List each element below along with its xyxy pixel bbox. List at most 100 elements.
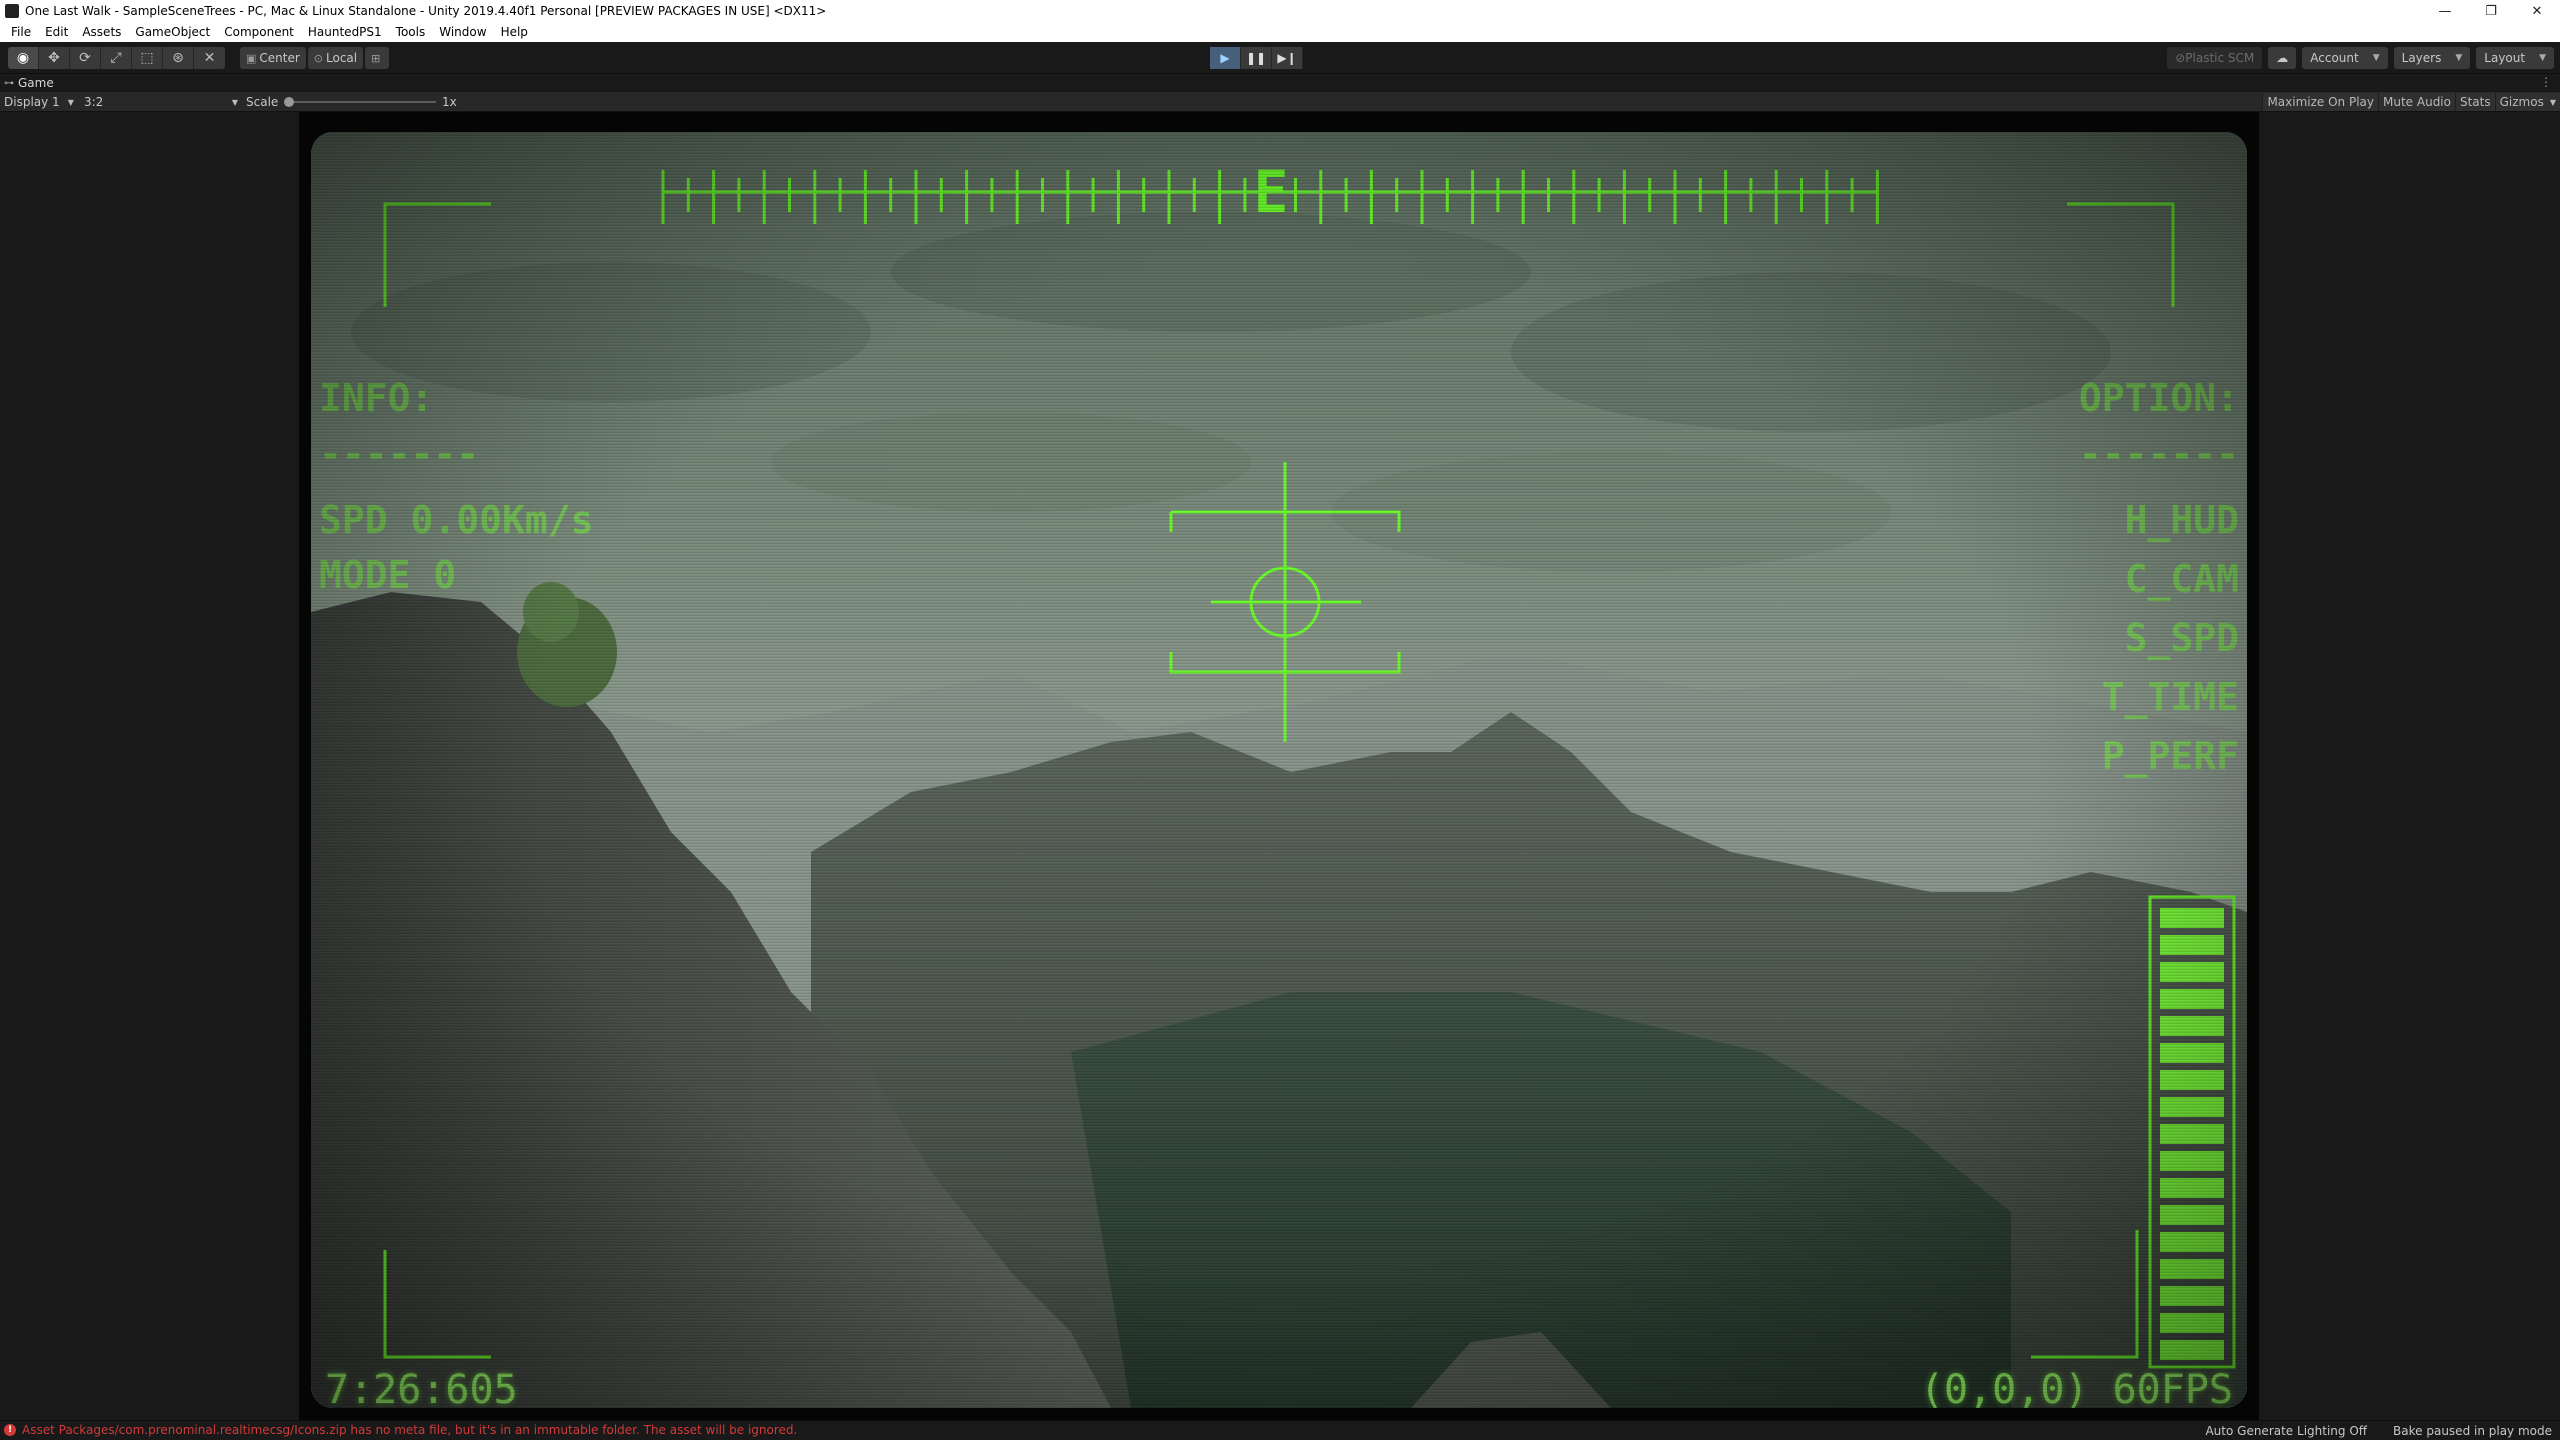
pivot-rotation-button[interactable]: ⊙ Local: [307, 47, 364, 69]
toolbar-right: ⊘ Plastic SCM ☁ Account ▼ Layers ▼ Layout ▼: [2167, 47, 2554, 69]
console-error-message[interactable]: ! Asset Packages/com.prenominal.realtime…: [4, 1423, 797, 1437]
chevron-down-icon: ▼: [2539, 53, 2546, 63]
plastic-icon: ⊘: [2175, 51, 2186, 65]
mute-audio-toggle[interactable]: Mute Audio: [2378, 93, 2455, 111]
cloud-icon: ☁: [2276, 51, 2289, 65]
plastic-scm-button[interactable]: ⊘ Plastic SCM: [2167, 47, 2263, 69]
transform-tool-button[interactable]: ⊛: [163, 47, 194, 69]
auto-lighting-status[interactable]: Auto Generate Lighting Off: [2205, 1424, 2367, 1438]
aspect-dropdown[interactable]: 3:2 ▼: [84, 94, 238, 110]
menu-window[interactable]: Window: [432, 25, 493, 39]
info-label: INFO:: [319, 376, 434, 420]
scale-slider-track[interactable]: [288, 101, 436, 103]
game-tab-bar: ⊶ Game ⋮: [0, 74, 2560, 92]
move-icon: ✥: [48, 50, 60, 66]
pivot-center-button[interactable]: ▣ Center: [240, 47, 306, 69]
energy-segment: [2160, 1340, 2224, 1360]
menu-component[interactable]: Component: [217, 25, 301, 39]
unity-logo-icon: [5, 4, 19, 18]
hud-option-panel: OPTION: -------: [2079, 376, 2239, 488]
step-button[interactable]: ▶❙: [1272, 47, 1303, 69]
scale-slider-handle[interactable]: [284, 97, 294, 107]
display-dropdown[interactable]: Display 1 ▼: [4, 94, 74, 110]
grid-icon: ⊞: [371, 51, 381, 65]
game-render[interactable]: E INFO: ------- SPD 0.00Km/s MODE 0 OPTI…: [311, 132, 2247, 1408]
rect-tool-button[interactable]: ⬚: [132, 47, 163, 69]
step-icon: ▶❙: [1277, 51, 1297, 65]
energy-segment: [2160, 962, 2224, 982]
option-perf: P_PERF: [2101, 734, 2239, 778]
gamepad-icon: ⊶: [4, 77, 14, 89]
grid-snap-button[interactable]: ⊞: [365, 47, 390, 69]
chevron-down-icon: ▼: [2549, 97, 2556, 107]
local-icon: ⊙: [313, 51, 324, 65]
energy-segment: [2160, 1070, 2224, 1090]
menu-edit[interactable]: Edit: [38, 25, 75, 39]
main-toolbar: ◉ ✥ ⟳ ⤢ ⬚ ⊛ ✕ ▣ Center ⊙ Local ⊞ ▶ ❚❚ ▶❙ ⊘…: [0, 42, 2560, 74]
menu-gameobject[interactable]: GameObject: [128, 25, 217, 39]
energy-segment: [2160, 1313, 2224, 1333]
stats-toggle[interactable]: Stats: [2454, 93, 2495, 111]
window-title: One Last Walk - SampleSceneTrees - PC, M…: [25, 4, 827, 18]
layers-dropdown[interactable]: Layers ▼: [2393, 47, 2471, 69]
option-time: T_TIME: [2101, 675, 2239, 719]
energy-segment: [2160, 1259, 2224, 1279]
menu-tools[interactable]: Tools: [389, 25, 433, 39]
maximize-on-play-toggle[interactable]: Maximize On Play: [2262, 93, 2379, 111]
chevron-down-icon: ▼: [67, 97, 74, 107]
menu-assets[interactable]: Assets: [75, 25, 128, 39]
play-icon: ▶: [1220, 51, 1230, 65]
pause-button[interactable]: ❚❚: [1241, 47, 1272, 69]
time-readout: 7:26:605: [325, 1367, 518, 1408]
rotate-tool-button[interactable]: ⟳: [70, 47, 101, 69]
account-dropdown[interactable]: Account ▼: [2302, 47, 2388, 69]
menu-help[interactable]: Help: [494, 25, 535, 39]
gizmos-dropdown[interactable]: Gizmos ▼: [2494, 93, 2560, 111]
cloud-button[interactable]: ☁: [2268, 47, 2297, 69]
rect-icon: ⬚: [140, 50, 154, 66]
status-right: Auto Generate Lighting Off Bake paused i…: [2205, 1424, 2552, 1438]
option-rule: -------: [2078, 432, 2239, 476]
view-tool-button[interactable]: ◉: [8, 47, 39, 69]
move-tool-button[interactable]: ✥: [39, 47, 70, 69]
energy-segment: [2160, 1178, 2224, 1198]
tab-game[interactable]: ⊶ Game: [4, 74, 54, 92]
hud-stats: SPD 0.00Km/s MODE 0: [319, 498, 594, 608]
option-hide-hud: H_HUD: [2124, 498, 2239, 542]
chevron-down-icon: ▼: [231, 97, 238, 107]
scale-value: 1x: [442, 95, 457, 109]
energy-segment: [2160, 1097, 2224, 1117]
menu-hauntedps1[interactable]: HauntedPS1: [301, 25, 389, 39]
energy-segment: [2160, 1124, 2224, 1144]
play-button[interactable]: ▶: [1210, 47, 1241, 69]
option-label: OPTION:: [2078, 376, 2239, 420]
game-view-options: Maximize On Play Mute Audio Stats Gizmos…: [2262, 93, 2560, 111]
game-frame: E INFO: ------- SPD 0.00Km/s MODE 0 OPTI…: [299, 112, 2259, 1420]
energy-segment: [2160, 989, 2224, 1009]
minimize-button[interactable]: —: [2422, 0, 2468, 22]
window-controls: — ❐ ✕: [2422, 0, 2560, 22]
layout-dropdown[interactable]: Layout ▼: [2476, 47, 2554, 69]
menu-file[interactable]: File: [4, 25, 38, 39]
energy-segment: [2160, 1205, 2224, 1225]
window-titlebar: One Last Walk - SampleSceneTrees - PC, M…: [0, 0, 2560, 22]
energy-segment: [2160, 1151, 2224, 1171]
chevron-down-icon: ▼: [2372, 53, 2380, 63]
transform-icon: ⊛: [172, 50, 184, 66]
option-speed: S_SPD: [2124, 616, 2239, 660]
game-view: E INFO: ------- SPD 0.00Km/s MODE 0 OPTI…: [0, 112, 2560, 1420]
close-button[interactable]: ✕: [2514, 0, 2560, 22]
status-bar: ! Asset Packages/com.prenominal.realtime…: [0, 1420, 2560, 1440]
energy-segment: [2160, 1043, 2224, 1063]
transform-tools: ◉ ✥ ⟳ ⤢ ⬚ ⊛ ✕: [8, 47, 225, 69]
tab-options-icon[interactable]: ⋮: [2540, 75, 2552, 89]
energy-segment: [2160, 1016, 2224, 1036]
pause-icon: ❚❚: [1245, 51, 1267, 65]
game-scene: E: [311, 132, 2247, 1408]
play-controls: ▶ ❚❚ ▶❙: [1210, 47, 1303, 69]
hud-option-list: H_HUD C_CAM S_SPD T_TIME P_PERF: [2102, 498, 2239, 793]
custom-tool-button[interactable]: ✕: [194, 47, 225, 69]
scale-tool-button[interactable]: ⤢: [101, 47, 132, 69]
energy-segment: [2160, 935, 2224, 955]
restore-button[interactable]: ❐: [2468, 0, 2514, 22]
